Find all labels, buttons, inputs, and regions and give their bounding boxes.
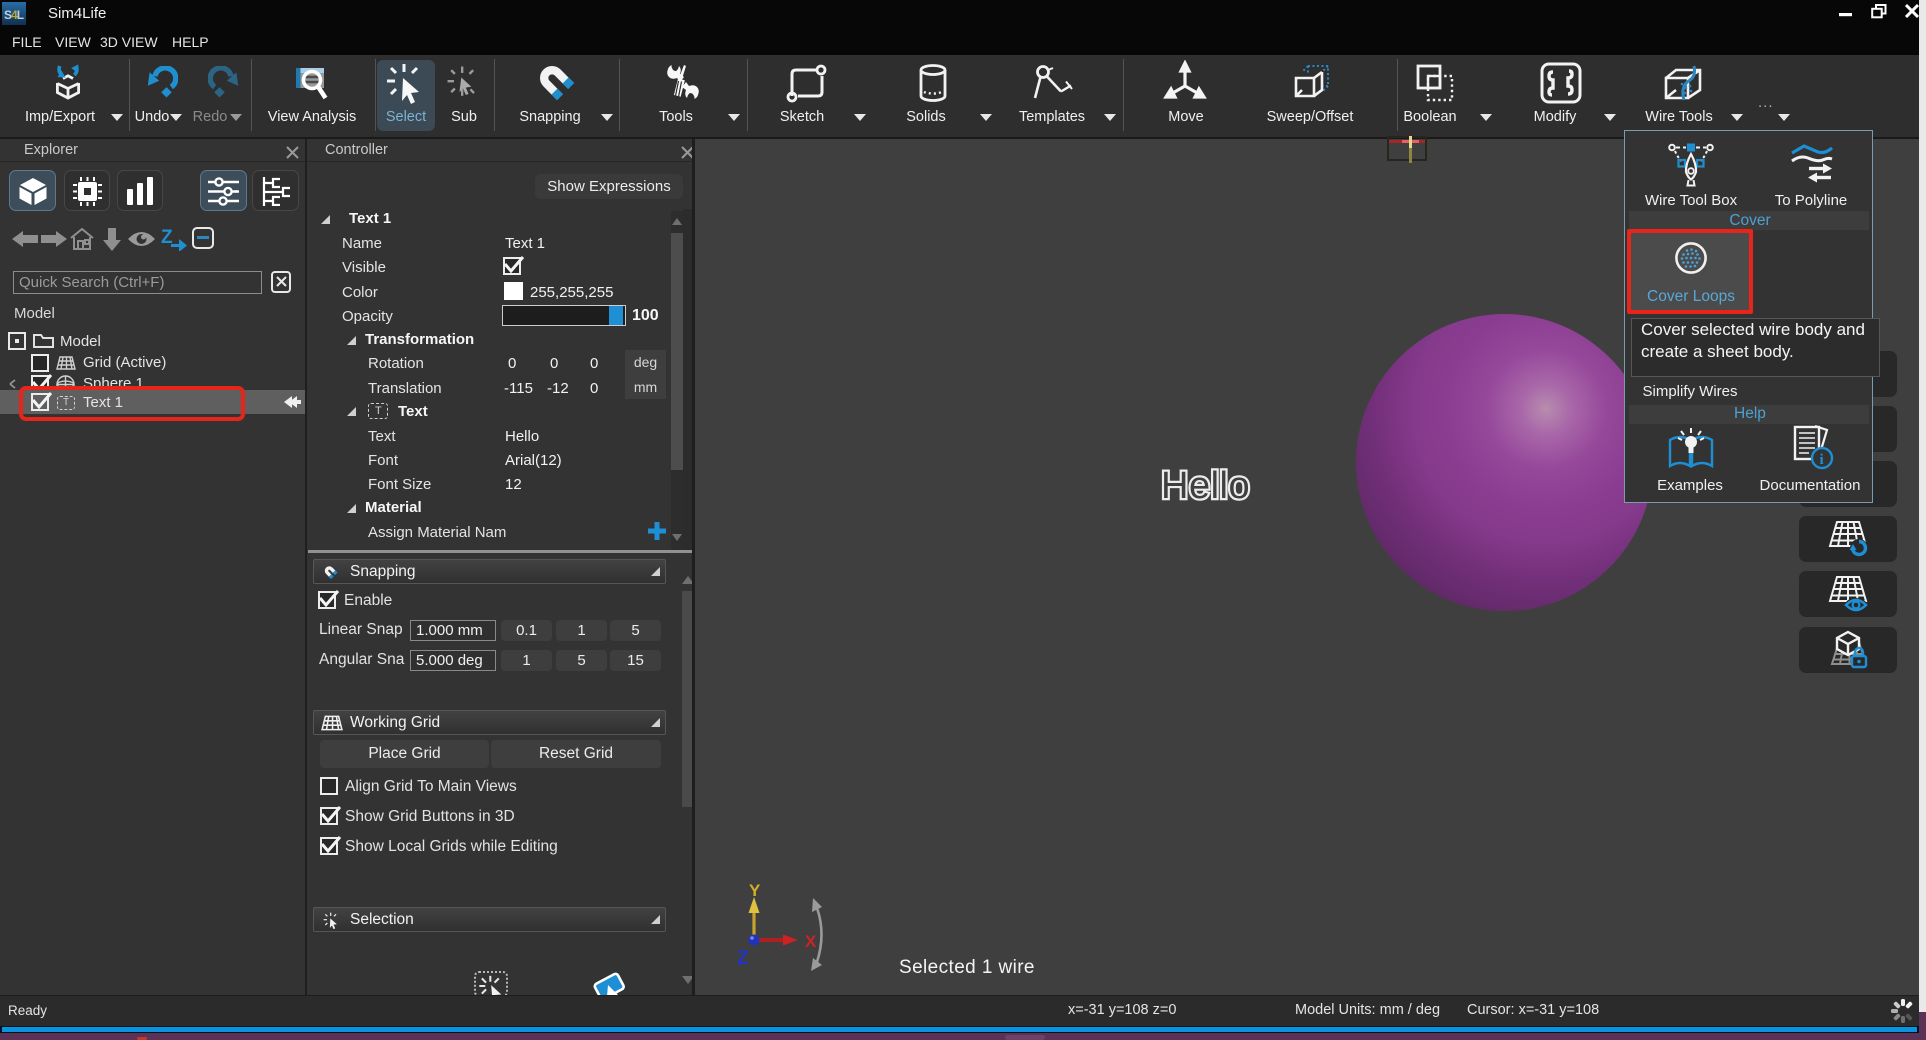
svg-text:X: X	[805, 932, 817, 951]
svg-text:Z: Z	[737, 948, 749, 969]
svg-text:Y: Y	[749, 881, 761, 900]
svg-text:i: i	[1820, 452, 1824, 468]
